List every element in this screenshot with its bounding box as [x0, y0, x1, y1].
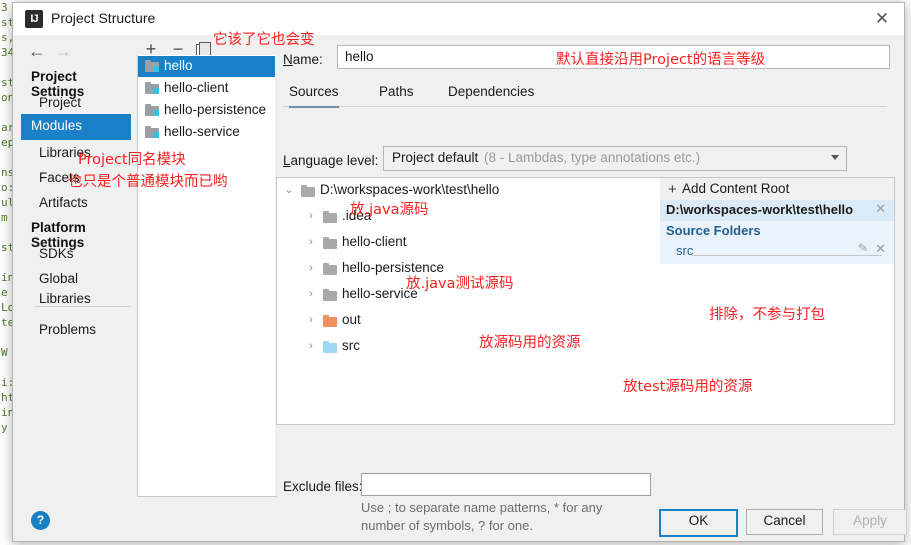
content-tree[interactable]: ⌄ D:\workspaces-work\test\hello › .idea › hel… — [276, 177, 661, 425]
tree-node[interactable]: › .idea — [277, 207, 660, 227]
language-level-hint: (8 - Lambdas, type annotations etc.) — [484, 150, 701, 165]
remove-source-folder-icon[interactable]: ✕ — [875, 241, 886, 257]
module-name-value: hello — [345, 49, 374, 64]
language-level-select[interactable]: Project default (8 - Lambdas, type annot… — [383, 146, 847, 171]
copy-icon[interactable] — [196, 42, 211, 57]
sidebar-item-artifacts[interactable]: Artifacts — [39, 193, 88, 213]
exclude-hint-line2: number of symbols, ? for one. — [361, 518, 533, 533]
annotation-text: 放test源码用的资源 — [623, 379, 753, 395]
apply-button: Apply — [833, 509, 907, 535]
sidebar-item-modules[interactable]: Modules — [21, 114, 131, 140]
tree-node[interactable]: › out — [277, 311, 660, 331]
module-list-item-label: hello-service — [164, 124, 240, 139]
module-detail-panel: Name: hello Sources Paths Dependencies Lan… — [275, 39, 895, 533]
annotation-text: 它该了它也会变 — [213, 32, 315, 48]
source-folder-item[interactable]: src — [676, 243, 693, 258]
name-label: Name: — [283, 52, 323, 67]
exclude-hint-line1: Use ; to separate name patterns, * for a… — [361, 500, 603, 515]
folder-icon — [323, 341, 337, 353]
add-content-root-label: Add Content Root — [682, 181, 790, 196]
help-button[interactable]: ? — [31, 511, 50, 530]
folder-icon — [323, 237, 337, 249]
tree-node[interactable]: › src — [277, 337, 660, 357]
sidebar-item-label: Modules — [31, 118, 83, 133]
sidebar-item-project[interactable]: Project — [39, 93, 81, 113]
language-level-value: Project default — [392, 150, 479, 165]
sidebar-item-sdks[interactable]: SDKs — [39, 244, 74, 264]
forward-icon: → — [54, 41, 72, 61]
folder-icon — [301, 185, 315, 197]
folder-icon — [323, 289, 337, 301]
ok-button[interactable]: OK — [659, 509, 738, 537]
module-list-item[interactable]: hello-service — [138, 122, 276, 143]
source-folders-title: Source Folders — [666, 223, 761, 238]
intellij-idea-icon: IJ — [25, 10, 43, 28]
source-folders-block: Source Folders src ✎ ✕ — [660, 221, 894, 264]
tabs-rule — [283, 106, 887, 107]
module-list-item-label: hello-persistence — [164, 102, 267, 117]
source-folder-rule — [692, 255, 882, 256]
chevron-down-icon — [831, 155, 839, 160]
folder-icon — [323, 211, 337, 223]
tree-twisty-icon[interactable]: › — [305, 340, 317, 352]
module-icon — [145, 82, 159, 94]
module-list-item[interactable]: hello-persistence — [138, 100, 276, 121]
module-list-item-label: hello-client — [164, 80, 229, 95]
module-list-item[interactable]: hello — [138, 56, 276, 77]
module-list-item-label: hello — [164, 58, 193, 73]
annotation-text: 默认直接沿用Project的语言等级 — [556, 52, 766, 68]
annotation-text: 放.java源码 — [350, 202, 429, 218]
pencil-icon[interactable]: ✎ — [857, 240, 869, 255]
tree-node-label: out — [342, 312, 361, 327]
cancel-button[interactable]: Cancel — [746, 509, 823, 535]
folder-icon — [323, 315, 337, 327]
title-bar: IJ Project Structure ✕ — [13, 3, 904, 35]
tab-sources[interactable]: Sources — [289, 79, 339, 108]
tree-twisty-icon[interactable]: › — [305, 262, 317, 274]
tree-node-label: hello-client — [342, 234, 407, 249]
tree-node[interactable]: ⌄ D:\workspaces-work\test\hello — [277, 181, 660, 201]
module-icon — [145, 60, 159, 72]
annotation-text: 也只是个普通模块而已哟 — [68, 174, 228, 190]
annotation-text: 放.java测试源码 — [406, 276, 514, 292]
plus-icon: + — [668, 181, 677, 198]
close-icon[interactable]: ✕ — [870, 9, 894, 29]
content-root-path: D:\workspaces-work\test\hello — [666, 202, 854, 217]
remove-content-root-icon[interactable]: ✕ — [875, 201, 886, 217]
window-title: Project Structure — [51, 10, 156, 26]
exclude-files-input[interactable] — [361, 473, 651, 496]
module-icon — [145, 126, 159, 138]
add-content-root-button[interactable]: + Add Content Root — [660, 178, 894, 200]
sidebar-divider — [35, 306, 131, 307]
tab-dependencies[interactable]: Dependencies — [448, 79, 534, 106]
detail-tabs: Sources Paths Dependencies — [283, 79, 887, 108]
content-root-row[interactable]: D:\workspaces-work\test\hello ✕ — [660, 200, 894, 221]
sidebar-item-global-libraries[interactable]: Global Libraries — [39, 269, 131, 306]
tree-node-label: src — [342, 338, 360, 353]
tree-twisty-icon[interactable]: ⌄ — [283, 184, 295, 196]
tree-twisty-icon[interactable]: › — [305, 236, 317, 248]
annotation-text: 放源码用的资源 — [479, 335, 581, 351]
tree-twisty-icon[interactable]: › — [305, 210, 317, 222]
tree-node-label: D:\workspaces-work\test\hello — [320, 182, 500, 197]
tab-paths[interactable]: Paths — [379, 79, 414, 106]
module-icon — [145, 104, 159, 116]
exclude-files-label: Exclude files: — [283, 479, 363, 494]
module-list[interactable]: hello hello-client hello-persistence hello-… — [137, 55, 277, 497]
annotation-text: 排除，不参与打包 — [709, 307, 825, 323]
tree-twisty-icon[interactable]: › — [305, 288, 317, 300]
tree-twisty-icon[interactable]: › — [305, 314, 317, 326]
back-icon[interactable]: ← — [27, 41, 47, 61]
language-level-label: Language level: — [283, 153, 379, 168]
folder-icon — [323, 263, 337, 275]
tree-node[interactable]: › hello-client — [277, 233, 660, 253]
annotation-text: Project同名模块 — [78, 152, 186, 168]
sidebar-item-problems[interactable]: Problems — [39, 320, 96, 340]
module-list-item[interactable]: hello-client — [138, 78, 276, 99]
